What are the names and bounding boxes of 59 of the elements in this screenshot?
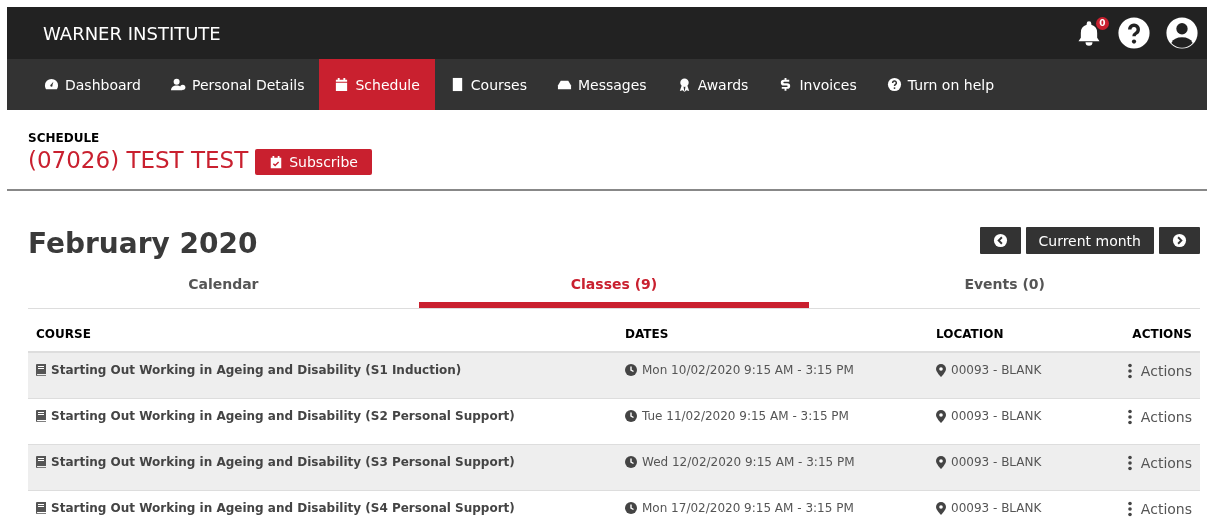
nav-tab[interactable]: Schedule — [319, 59, 435, 110]
location: 00093 - BLANK — [951, 501, 1042, 515]
course-name: Starting Out Working in Ageing and Disability (S2 Personal Support) — [51, 409, 515, 423]
view-tab[interactable]: Events (0) — [809, 270, 1200, 308]
kebab-menu-icon — [1127, 409, 1132, 425]
book-icon — [36, 502, 46, 514]
view-tab[interactable]: Classes (9) — [418, 270, 810, 308]
clock-icon — [625, 410, 637, 422]
kebab-menu-icon — [1127, 501, 1132, 517]
location: 00093 - BLANK — [951, 363, 1042, 377]
user-gear-icon — [170, 77, 186, 92]
previous-month-button[interactable] — [979, 227, 1021, 254]
month-title: February 2020 — [28, 227, 258, 260]
help-icon — [886, 77, 902, 92]
book-icon — [36, 456, 46, 468]
location: 00093 - BLANK — [951, 455, 1042, 469]
clock-icon — [625, 456, 637, 468]
section-label: SCHEDULE — [28, 131, 101, 145]
map-pin-icon — [936, 501, 946, 515]
class-dates: Mon 17/02/2020 9:15 AM - 3:15 PM — [642, 501, 854, 515]
book-icon — [36, 364, 46, 376]
book-icon — [36, 410, 46, 422]
nav-tab[interactable]: Turn on help — [871, 59, 1010, 110]
class-dates: Mon 10/02/2020 9:15 AM - 3:15 PM — [642, 363, 854, 377]
brand-name: WARNER INSTITUTE — [43, 22, 221, 44]
chevron-left-icon — [992, 233, 1008, 248]
nav-tab[interactable]: Personal Details — [155, 59, 320, 110]
course-name: Starting Out Working in Ageing and Disability (S3 Personal Support) — [51, 455, 515, 469]
notification-count: 0 — [1096, 17, 1109, 30]
map-pin-icon — [936, 409, 946, 423]
next-month-button[interactable] — [1159, 227, 1200, 254]
map-pin-icon — [936, 455, 946, 469]
actions-button[interactable]: Actions — [1127, 501, 1192, 517]
location: 00093 - BLANK — [951, 409, 1042, 423]
kebab-menu-icon — [1127, 455, 1132, 471]
nav-tab[interactable]: Courses — [434, 59, 542, 110]
chevron-right-icon — [1172, 233, 1187, 248]
actions-button[interactable]: Actions — [1127, 409, 1192, 425]
course-name: Starting Out Working in Ageing and Disability (S4 Personal Support) — [51, 501, 515, 515]
nav-tab[interactable]: Messages — [542, 59, 662, 110]
clock-icon — [625, 502, 637, 514]
course-name: Starting Out Working in Ageing and Disability (S1 Induction) — [51, 363, 462, 377]
calendar-icon — [334, 77, 350, 92]
user-avatar-icon[interactable] — [1165, 16, 1199, 50]
student-title: (07026) TEST TEST — [28, 147, 249, 173]
view-tab[interactable]: Calendar — [28, 270, 419, 308]
nav-tab[interactable]: Awards — [661, 59, 764, 110]
map-pin-icon — [936, 363, 946, 377]
class-dates: Tue 11/02/2020 9:15 AM - 3:15 PM — [642, 409, 849, 423]
class-dates: Wed 12/02/2020 9:15 AM - 3:15 PM — [642, 455, 855, 469]
subscribe-button[interactable]: Subscribe — [255, 149, 372, 175]
current-month-button[interactable]: Current month — [1025, 227, 1154, 254]
kebab-menu-icon — [1127, 363, 1132, 379]
nav-tab[interactable]: Invoices — [763, 59, 872, 110]
clock-icon — [625, 364, 637, 376]
help-icon[interactable] — [1117, 16, 1151, 50]
nav-tab[interactable]: Dashboard — [29, 59, 156, 110]
gauge-icon — [44, 77, 59, 92]
calendar-check-icon — [269, 155, 284, 169]
